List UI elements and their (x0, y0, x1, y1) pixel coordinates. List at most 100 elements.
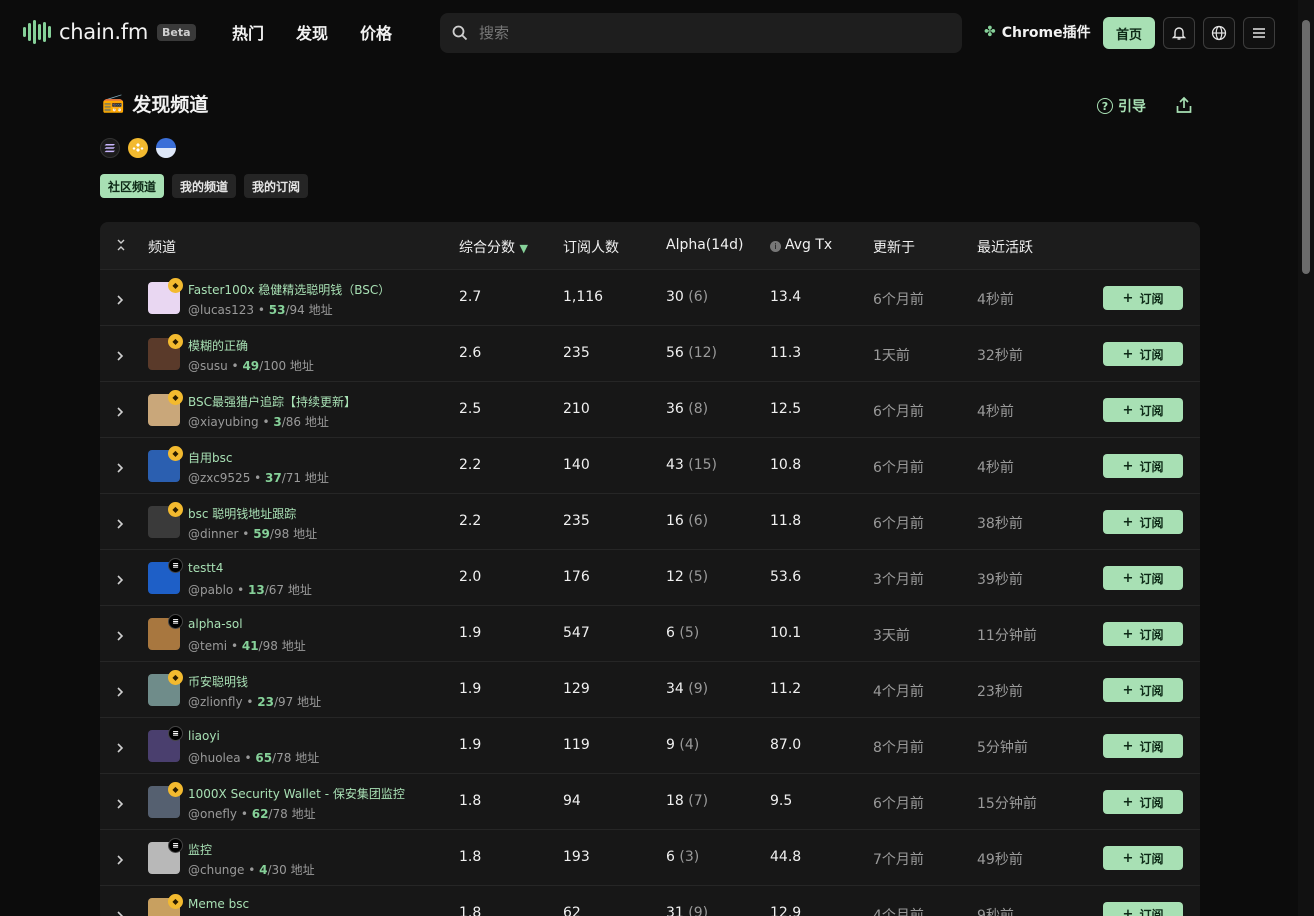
plus-icon: + (1122, 794, 1134, 810)
base-chain-icon[interactable] (156, 138, 176, 158)
solana-badge-icon: ≡ (168, 726, 183, 741)
updated-cell: 4个月前 (873, 908, 924, 916)
subscribe-button[interactable]: + 订阅 (1103, 342, 1183, 366)
table-row[interactable]: ◆ Faster100x 稳健精选聪明钱（BSC） @lucas123 • 53… (100, 270, 1200, 326)
beta-badge: Beta (157, 23, 196, 41)
channel-name[interactable]: BSC最强猎户追踪【持续更新】 (188, 393, 356, 410)
last-active-cell: 5分钟前 (977, 740, 1028, 756)
solana-chain-icon[interactable] (100, 138, 120, 158)
address-word: 地址 (293, 527, 318, 541)
table-row[interactable]: ◆ bsc 聪明钱地址跟踪 @dinner • 59/98 地址 2.2 235… (100, 494, 1200, 550)
score-cell: 1.8 (459, 849, 482, 865)
info-icon: i (770, 241, 781, 252)
expand-row-icon[interactable] (116, 851, 124, 870)
logo[interactable]: chain.fm Beta (23, 19, 196, 45)
bnb-badge-icon: ◆ (168, 894, 183, 909)
expand-row-icon[interactable] (116, 739, 124, 758)
bnb-badge-icon: ◆ (168, 782, 183, 797)
subscribe-label: 订阅 (1139, 571, 1164, 586)
channel-name[interactable]: 模糊的正确 (188, 337, 248, 354)
channel-name[interactable]: Faster100x 稳健精选聪明钱（BSC） (188, 281, 390, 298)
collapse-all-icon[interactable] (116, 239, 126, 255)
channel-name[interactable]: 自用bsc (188, 449, 232, 466)
bnb-chain-icon[interactable] (128, 138, 148, 158)
channel-name[interactable]: 监控 (188, 841, 212, 858)
guide-button[interactable]: ? 引导 (1097, 96, 1146, 116)
notification-button[interactable] (1163, 17, 1195, 49)
plus-icon: + (1122, 290, 1134, 306)
subscribe-button[interactable]: + 订阅 (1103, 790, 1183, 814)
expand-row-icon[interactable] (116, 907, 124, 916)
channel-name[interactable]: testt4 (188, 561, 223, 575)
main-nav: 热门 发现 价格 (232, 20, 392, 44)
expand-row-icon[interactable] (116, 459, 124, 478)
subscribe-button[interactable]: + 订阅 (1103, 846, 1183, 870)
scrollbar-thumb[interactable] (1302, 20, 1310, 274)
channel-name[interactable]: liaoyi (188, 729, 220, 743)
subscribe-label: 订阅 (1139, 851, 1164, 866)
alpha-count: (15) (688, 457, 718, 473)
expand-row-icon[interactable] (116, 795, 124, 814)
channel-name[interactable]: Meme bsc (188, 897, 249, 911)
header-score[interactable]: 综合分数 ▼ (459, 237, 528, 257)
subscribe-button[interactable]: + 订阅 (1103, 566, 1183, 590)
subscribe-button[interactable]: + 订阅 (1103, 622, 1183, 646)
score-cell: 1.8 (459, 905, 482, 916)
logo-text: chain.fm (59, 20, 148, 44)
subscribe-button[interactable]: + 订阅 (1103, 286, 1183, 310)
search-bar[interactable] (440, 13, 962, 53)
table-row[interactable]: ◆ Meme bsc 1.8 62 31 (9) 12.9 4个月前 9秒前 +… (100, 886, 1200, 916)
puzzle-icon: ✤ (984, 24, 996, 40)
address-word: 地址 (308, 303, 333, 317)
subscribe-button[interactable]: + 订阅 (1103, 510, 1183, 534)
nav-hot[interactable]: 热门 (232, 20, 264, 44)
expand-row-icon[interactable] (116, 403, 124, 422)
table-row[interactable]: ≡ alpha-sol @temi • 41/98 地址 1.9 547 6 (… (100, 606, 1200, 662)
table-row[interactable]: ◆ 模糊的正确 @susu • 49/100 地址 2.6 235 56 (12… (100, 326, 1200, 382)
channel-name[interactable]: 币安聪明钱 (188, 673, 248, 690)
subscribe-label: 订阅 (1139, 739, 1164, 754)
expand-row-icon[interactable] (116, 571, 124, 590)
subscribers-cell: 193 (563, 849, 590, 865)
home-button[interactable]: 首页 (1103, 17, 1155, 49)
subscribe-button[interactable]: + 订阅 (1103, 902, 1183, 916)
subscribe-button[interactable]: + 订阅 (1103, 398, 1183, 422)
tab-my-channels[interactable]: 我的频道 (172, 174, 237, 198)
table-row[interactable]: ◆ 币安聪明钱 @zlionfly • 23/97 地址 1.9 129 34 … (100, 662, 1200, 718)
subscribe-button[interactable]: + 订阅 (1103, 734, 1183, 758)
scrollbar[interactable] (1298, 0, 1314, 916)
search-input[interactable] (479, 24, 919, 42)
tab-my-subscriptions[interactable]: 我的订阅 (244, 174, 309, 198)
table-row[interactable]: ≡ testt4 @pablo • 13/67 地址 2.0 176 12 (5… (100, 550, 1200, 606)
nav-pricing[interactable]: 价格 (360, 20, 392, 44)
channel-name[interactable]: bsc 聪明钱地址跟踪 (188, 505, 296, 522)
table-row[interactable]: ≡ 监控 @chunge • 4/30 地址 1.8 193 6 (3) 44.… (100, 830, 1200, 886)
expand-row-icon[interactable] (116, 515, 124, 534)
chrome-extension-link[interactable]: ✤ Chrome插件 (984, 22, 1091, 42)
table-row[interactable]: ◆ BSC最强猎户追踪【持续更新】 @xiayubing • 3/86 地址 2… (100, 382, 1200, 438)
channel-name[interactable]: alpha-sol (188, 617, 243, 631)
nav-discover[interactable]: 发现 (296, 20, 328, 44)
menu-button[interactable] (1243, 17, 1275, 49)
last-active-cell: 49秒前 (977, 852, 1023, 868)
last-active-cell: 32秒前 (977, 348, 1023, 364)
share-button[interactable] (1174, 95, 1194, 119)
expand-row-icon[interactable] (116, 347, 124, 366)
expand-row-icon[interactable] (116, 291, 124, 310)
address-word: 地址 (290, 863, 315, 877)
table-row[interactable]: ◆ 自用bsc @zxc9525 • 37/71 地址 2.2 140 43 (… (100, 438, 1200, 494)
header-channel: 频道 (148, 240, 176, 256)
tab-community-channels[interactable]: 社区频道 (100, 174, 165, 198)
table-row[interactable]: ◆ 1000X Security Wallet - 保安集团监控 @onefly… (100, 774, 1200, 830)
expand-row-icon[interactable] (116, 683, 124, 702)
subscribe-button[interactable]: + 订阅 (1103, 454, 1183, 478)
bnb-badge-icon: ◆ (168, 278, 183, 293)
active-address-count: 65 (255, 751, 273, 765)
language-button[interactable] (1203, 17, 1235, 49)
expand-row-icon[interactable] (116, 627, 124, 646)
subscribe-button[interactable]: + 订阅 (1103, 678, 1183, 702)
channel-name[interactable]: 1000X Security Wallet - 保安集团监控 (188, 785, 405, 802)
table-row[interactable]: ≡ liaoyi @huolea • 65/78 地址 1.9 119 9 (4… (100, 718, 1200, 774)
channel-meta: @pablo • 13/67 地址 (188, 583, 312, 597)
alpha-cell: 43 (15) (666, 457, 717, 473)
